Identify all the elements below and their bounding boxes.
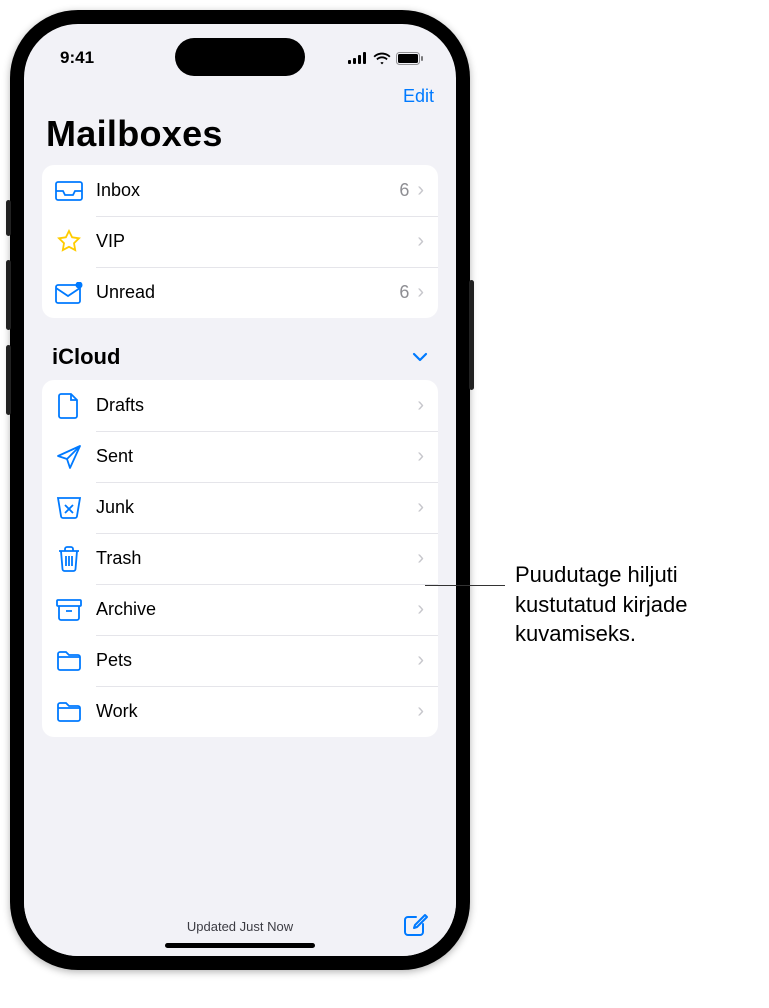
trash-icon <box>54 544 84 574</box>
section-header-icloud[interactable]: iCloud <box>42 338 438 380</box>
folder-archive[interactable]: Archive › <box>42 584 438 635</box>
folder-label: Trash <box>96 548 417 569</box>
mailbox-count: 6 <box>399 282 409 303</box>
folder-label: Junk <box>96 497 417 518</box>
status-indicators <box>348 52 424 65</box>
chevron-right-icon: › <box>417 445 424 468</box>
compose-button[interactable] <box>402 912 430 940</box>
folder-sent[interactable]: Sent › <box>42 431 438 482</box>
document-icon <box>54 391 84 421</box>
cellular-icon <box>348 52 368 64</box>
chevron-right-icon: › <box>417 649 424 672</box>
callout-leader-line <box>425 585 505 586</box>
mailbox-vip[interactable]: VIP › <box>42 216 438 267</box>
nav-bar: Edit <box>24 78 456 111</box>
chevron-right-icon: › <box>417 179 424 202</box>
mailbox-label: Inbox <box>96 180 399 201</box>
mailbox-unread[interactable]: Unread 6 › <box>42 267 438 318</box>
volume-up-button <box>6 260 11 330</box>
chevron-right-icon: › <box>417 281 424 304</box>
junk-icon <box>54 493 84 523</box>
content-scroll[interactable]: Inbox 6 › VIP › Unread 6 <box>24 165 456 890</box>
mailbox-label: VIP <box>96 231 417 252</box>
folder-work[interactable]: Work › <box>42 686 438 737</box>
chevron-right-icon: › <box>417 230 424 253</box>
inbox-icon <box>54 176 84 206</box>
mailbox-label: Unread <box>96 282 399 303</box>
section-title: iCloud <box>52 344 120 370</box>
mailbox-count: 6 <box>399 180 409 201</box>
smart-mailboxes-group: Inbox 6 › VIP › Unread 6 <box>42 165 438 318</box>
folder-label: Work <box>96 701 417 722</box>
folder-trash[interactable]: Trash › <box>42 533 438 584</box>
folder-pets[interactable]: Pets › <box>42 635 438 686</box>
dynamic-island <box>175 38 305 76</box>
folder-label: Sent <box>96 446 417 467</box>
power-button <box>469 280 474 390</box>
chevron-down-icon <box>412 352 428 362</box>
callout-text: Puudutage hiljuti kustutatud kirjade kuv… <box>515 560 755 649</box>
chevron-right-icon: › <box>417 547 424 570</box>
status-time: 9:41 <box>60 48 94 68</box>
screen: 9:41 Edit Mailboxes <box>24 24 456 956</box>
archive-icon <box>54 595 84 625</box>
home-indicator <box>165 943 315 948</box>
page-title: Mailboxes <box>24 111 456 165</box>
unread-icon <box>54 278 84 308</box>
chevron-right-icon: › <box>417 394 424 417</box>
mailbox-inbox[interactable]: Inbox 6 › <box>42 165 438 216</box>
folder-label: Archive <box>96 599 417 620</box>
star-icon <box>54 227 84 257</box>
folder-icon <box>54 646 84 676</box>
silent-switch <box>6 200 11 236</box>
edit-button[interactable]: Edit <box>403 86 434 107</box>
status-text: Updated Just Now <box>187 919 293 934</box>
folder-junk[interactable]: Junk › <box>42 482 438 533</box>
icloud-folders-group: Drafts › Sent › Junk › <box>42 380 438 737</box>
chevron-right-icon: › <box>417 496 424 519</box>
battery-icon <box>396 52 424 65</box>
chevron-right-icon: › <box>417 700 424 723</box>
chevron-right-icon: › <box>417 598 424 621</box>
paperplane-icon <box>54 442 84 472</box>
folder-label: Pets <box>96 650 417 671</box>
folder-icon <box>54 697 84 727</box>
phone-frame: 9:41 Edit Mailboxes <box>10 10 470 970</box>
folder-label: Drafts <box>96 395 417 416</box>
volume-down-button <box>6 345 11 415</box>
folder-drafts[interactable]: Drafts › <box>42 380 438 431</box>
wifi-icon <box>373 52 391 65</box>
